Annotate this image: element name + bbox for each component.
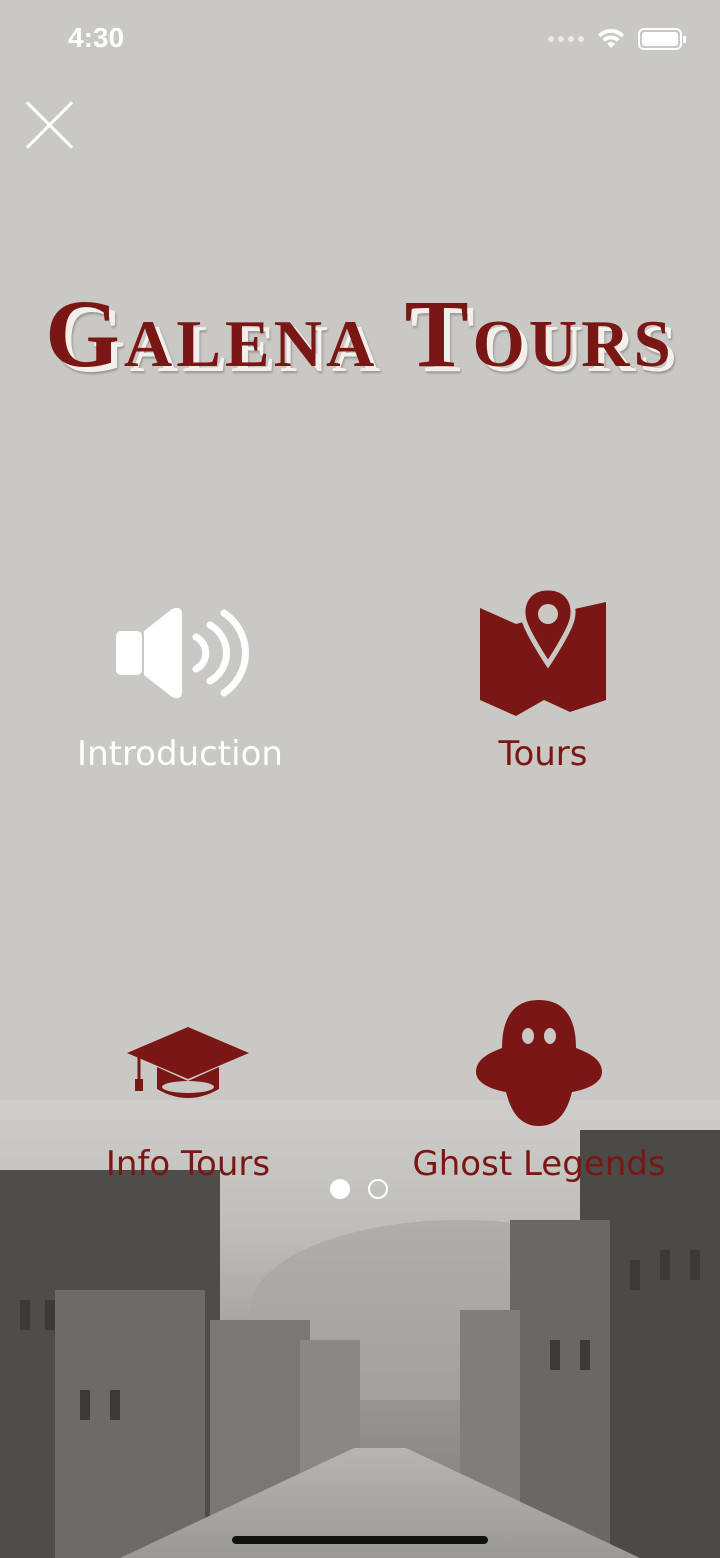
home-indicator[interactable]: [232, 1536, 488, 1544]
speaker-icon: [116, 607, 249, 699]
battery-icon: [638, 28, 686, 50]
map-pin-icon: [480, 588, 606, 716]
info-tours-label: Info Tours: [105, 1144, 271, 1184]
info-tours-button[interactable]: Info Tours: [48, 988, 328, 1184]
cellular-signal-icon: [548, 36, 584, 42]
ghost-legends-label: Ghost Legends: [412, 1144, 666, 1184]
page-dot-1[interactable]: [330, 1179, 350, 1199]
app-title: Galena Tours: [45, 280, 675, 387]
status-bar: 4:30: [0, 0, 720, 80]
status-time: 4:30: [68, 22, 125, 53]
wifi-icon: [598, 28, 624, 48]
tours-label: Tours: [498, 734, 588, 774]
graduation-cap-icon: [127, 1027, 249, 1098]
introduction-button[interactable]: Introduction: [40, 578, 320, 774]
ghost-icon: [476, 1000, 602, 1126]
ghost-legends-button[interactable]: Ghost Legends: [399, 988, 679, 1184]
page-dot-2[interactable]: [368, 1179, 388, 1199]
tours-button[interactable]: Tours: [403, 578, 683, 774]
introduction-label: Introduction: [77, 734, 283, 774]
close-button[interactable]: [26, 102, 72, 148]
page-indicator[interactable]: [330, 1179, 388, 1199]
